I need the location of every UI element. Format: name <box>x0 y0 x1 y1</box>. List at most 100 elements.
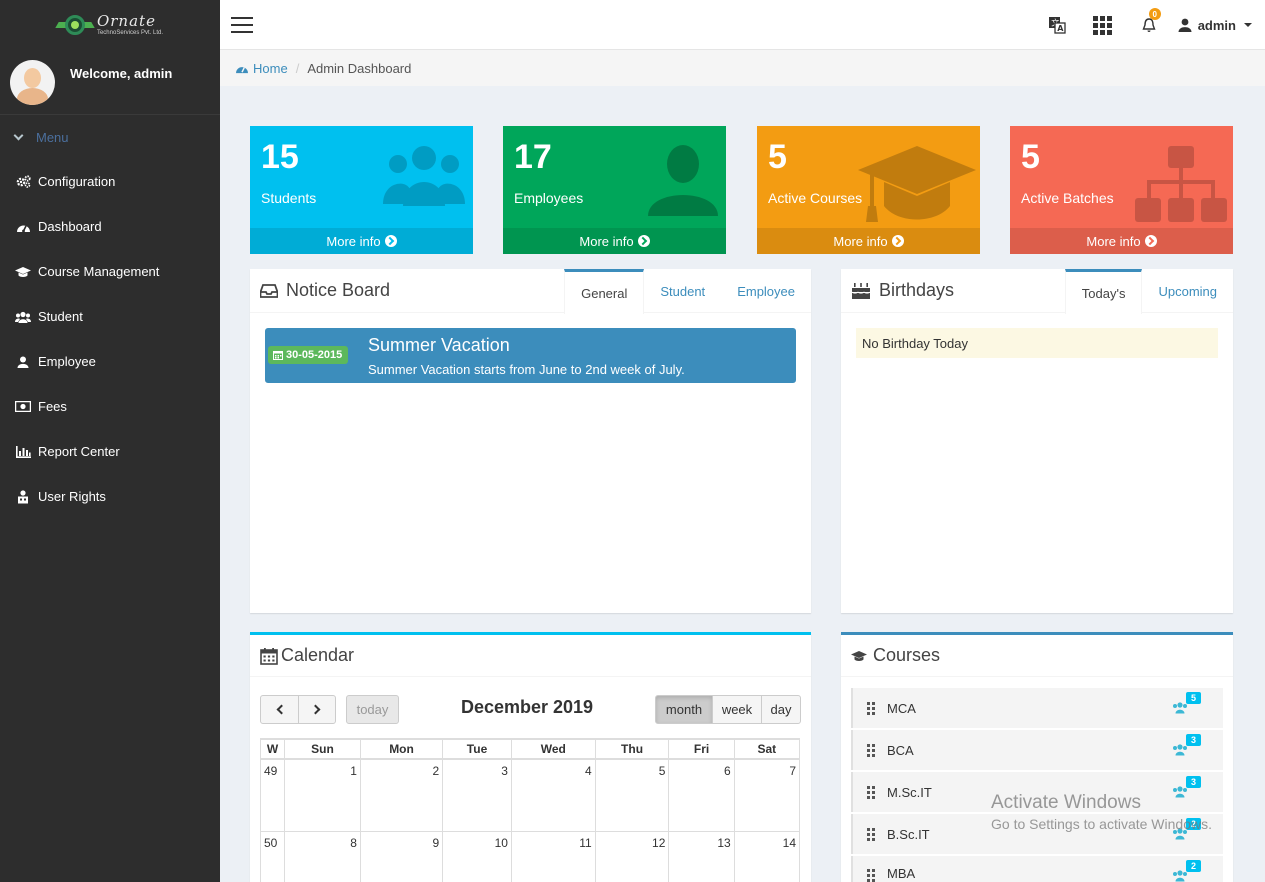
sidebar-item-student[interactable]: Student <box>0 294 220 339</box>
drag-handle-icon[interactable] <box>867 743 875 757</box>
sidebar-item-report-center[interactable]: Report Center <box>0 429 220 474</box>
arrow-circle-right-icon <box>1144 235 1157 247</box>
calendar-header-week: W <box>260 738 285 760</box>
calendar-day-cell[interactable]: 3 <box>442 758 512 832</box>
sidebar-item-label: Configuration <box>38 174 116 189</box>
menu-header[interactable]: Menu <box>0 115 220 159</box>
tab-student[interactable]: Student <box>644 269 721 313</box>
calendar-day-cell[interactable]: 11 <box>510 830 596 882</box>
calendar-day-cell[interactable]: 2 <box>359 758 444 832</box>
notification-badge: 0 <box>1148 8 1161 20</box>
brand-name: Ornate <box>96 12 156 30</box>
inbox-icon <box>260 283 278 298</box>
notice-item[interactable]: 30-05-2015 Summer Vacation Summer Vacati… <box>265 328 796 383</box>
graduation-cap-icon <box>15 266 31 278</box>
lock-user-icon <box>15 489 31 504</box>
course-item-mba[interactable]: MBA 2 <box>851 856 1223 882</box>
graduation-cap-icon <box>858 146 976 222</box>
sitemap-icon <box>1135 146 1227 222</box>
graduation-cap-icon <box>851 650 867 661</box>
sidebar-item-dashboard[interactable]: Dashboard <box>0 204 220 249</box>
brand-tagline: TechnoServices Pvt. Ltd. <box>96 30 164 36</box>
stat-value: 17 <box>514 138 552 176</box>
apps-grid-icon[interactable] <box>1080 0 1126 50</box>
calendar-toolbar: today December 2019 month week day <box>260 695 801 725</box>
dashboard-icon <box>236 66 248 73</box>
calendar-day-cell[interactable]: 10 <box>442 830 512 882</box>
week-number: 50 <box>260 830 285 882</box>
calendar-view-month[interactable]: month <box>655 695 713 724</box>
more-info-link[interactable]: More info <box>1010 228 1233 254</box>
user-icon <box>15 356 31 368</box>
calendar-day-cell[interactable]: 4 <box>510 758 596 832</box>
no-birthday-message: No Birthday Today <box>856 328 1218 358</box>
users-icon <box>383 146 465 206</box>
tab-upcoming[interactable]: Upcoming <box>1142 269 1233 313</box>
stat-box-active-courses: 5 Active Courses More info <box>757 126 980 254</box>
tab-general[interactable]: General <box>564 269 645 314</box>
calendar-day-cell[interactable]: 12 <box>594 830 670 882</box>
calendar-day-cell[interactable]: 8 <box>284 830 361 882</box>
course-name: M.Sc.IT <box>887 784 932 800</box>
tab-employee[interactable]: Employee <box>721 269 811 313</box>
notice-date: 30-05-2015 <box>286 349 343 361</box>
calendar-panel: Calendar today December 2019 month week … <box>250 632 811 882</box>
breadcrumb-home-label: Home <box>253 60 288 76</box>
stat-label: Active Batches <box>1021 190 1114 206</box>
arrow-circle-right-icon <box>384 235 397 247</box>
calendar-day-cell[interactable]: 13 <box>668 830 735 882</box>
calendar-header-day: Mon <box>359 738 444 760</box>
calendar-day-cell[interactable]: 7 <box>733 758 801 832</box>
course-item-bca[interactable]: BCA 3 <box>851 730 1223 770</box>
drag-handle-icon[interactable] <box>867 869 875 882</box>
sidebar-toggle-icon[interactable] <box>231 17 253 33</box>
calendar-view-week[interactable]: week <box>712 695 762 724</box>
sidebar-item-employee[interactable]: Employee <box>0 339 220 384</box>
more-info-link[interactable]: More info <box>757 228 980 254</box>
calendar-view-day[interactable]: day <box>761 695 801 724</box>
watermark-subtitle: Go to Settings to activate Windows. <box>991 816 1212 832</box>
breadcrumb-home-link[interactable]: Home <box>235 61 288 76</box>
calendar-week-row: 49 1 2 3 4 5 6 7 <box>260 758 801 832</box>
stat-value: 5 <box>1021 138 1040 176</box>
more-info-label: More info <box>326 233 381 249</box>
bar-chart-icon <box>15 445 31 458</box>
birthday-cake-icon <box>851 282 871 299</box>
user-icon <box>648 145 718 216</box>
more-info-label: More info <box>579 233 634 249</box>
drag-handle-icon[interactable] <box>867 701 875 715</box>
language-icon[interactable]: 文A <box>1034 0 1080 50</box>
user-menu[interactable]: admin <box>1172 18 1265 33</box>
tab-todays[interactable]: Today's <box>1064 269 1143 314</box>
breadcrumb-current: Admin Dashboard <box>307 60 412 76</box>
calendar-icon <box>260 647 278 665</box>
sidebar-item-fees[interactable]: Fees <box>0 384 220 429</box>
course-item-mca[interactable]: MCA 5 <box>851 688 1223 728</box>
drag-handle-icon[interactable] <box>867 785 875 799</box>
more-info-label: More info <box>1086 233 1141 249</box>
brand-logo[interactable]: Ornate TechnoServices Pvt. Ltd. <box>0 0 220 50</box>
calendar-icon <box>273 351 283 360</box>
calendar-day-cell[interactable]: 5 <box>594 758 670 832</box>
drag-handle-icon[interactable] <box>867 827 875 841</box>
notice-board-title: Notice Board <box>286 280 391 300</box>
calendar-day-cell[interactable]: 9 <box>359 830 444 882</box>
sidebar-item-course-management[interactable]: Course Management <box>0 249 220 294</box>
calendar-day-cell[interactable]: 6 <box>668 758 735 832</box>
sidebar-item-configuration[interactable]: Configuration <box>0 159 220 204</box>
calendar-day-cell[interactable]: 14 <box>733 830 801 882</box>
calendar-day-cell[interactable]: 1 <box>284 758 361 832</box>
more-info-link[interactable]: More info <box>503 228 726 254</box>
stat-label: Employees <box>514 190 584 206</box>
user-name: admin <box>1197 17 1236 33</box>
notifications-button[interactable]: 0 <box>1126 0 1172 50</box>
svg-text:A: A <box>1057 24 1064 33</box>
course-name: MCA <box>887 700 916 716</box>
breadcrumb: Home / Admin Dashboard <box>220 50 1265 86</box>
birthdays-title: Birthdays <box>879 280 955 300</box>
users-icon <box>15 311 31 323</box>
calendar-header-day: Sat <box>733 738 801 760</box>
sidebar-item-user-rights[interactable]: User Rights <box>0 474 220 519</box>
more-info-link[interactable]: More info <box>250 228 473 254</box>
money-icon <box>15 401 31 412</box>
